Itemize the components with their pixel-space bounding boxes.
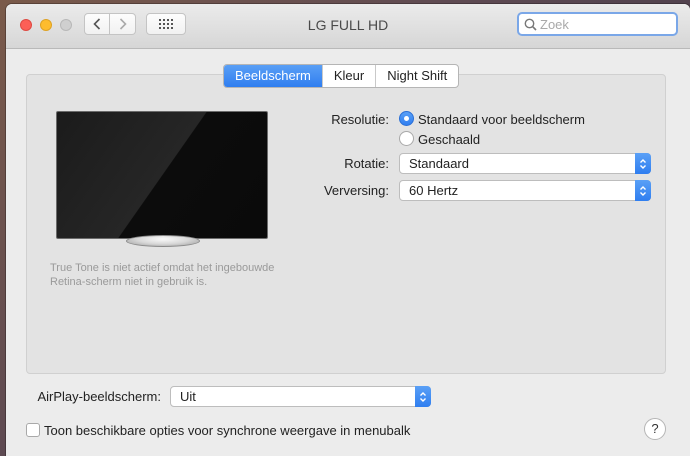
up-down-chevron-icon xyxy=(420,391,426,402)
tab-night-shift[interactable]: Night Shift xyxy=(375,65,458,87)
display-stand-image xyxy=(126,235,200,247)
search-input[interactable] xyxy=(540,16,660,32)
rotation-select[interactable]: Standaard xyxy=(399,153,651,174)
menubar-options-checkbox[interactable] xyxy=(26,423,40,437)
tab-bar: Beeldscherm Kleur Night Shift xyxy=(223,64,460,88)
airplay-label: AirPlay-beeldscherm: xyxy=(37,389,161,404)
display-image xyxy=(56,111,268,239)
menubar-options-label[interactable]: Toon beschikbare opties voor synchrone w… xyxy=(44,423,410,438)
tab-kleur[interactable]: Kleur xyxy=(321,65,375,87)
airplay-select[interactable]: Uit xyxy=(170,386,431,407)
tab-beeldscherm[interactable]: Beeldscherm xyxy=(224,65,322,87)
refresh-label: Verversing: xyxy=(323,183,389,198)
refresh-select[interactable]: 60 Hertz xyxy=(399,180,651,201)
resolution-scaled-radio[interactable] xyxy=(399,131,414,146)
title-bar: LG FULL HD xyxy=(6,4,690,49)
search-field[interactable] xyxy=(517,12,678,36)
preferences-window: LG FULL HD Beeldscherm Kleur Night Shift… xyxy=(6,4,690,456)
resolution-label: Resolutie: xyxy=(331,112,389,127)
resolution-default-radio[interactable] xyxy=(399,111,414,126)
resolution-default-label[interactable]: Standaard voor beeldscherm xyxy=(418,112,585,127)
rotation-label: Rotatie: xyxy=(344,156,389,171)
rotation-stepper xyxy=(635,153,651,174)
resolution-scaled-label[interactable]: Geschaald xyxy=(418,132,480,147)
search-icon xyxy=(524,18,537,31)
refresh-stepper xyxy=(635,180,651,201)
airplay-value: Uit xyxy=(180,389,196,404)
true-tone-note: True Tone is niet actief omdat het ingeb… xyxy=(50,262,275,288)
rotation-value: Standaard xyxy=(409,156,469,171)
help-button[interactable]: ? xyxy=(644,418,666,440)
up-down-chevron-icon xyxy=(640,158,646,169)
refresh-value: 60 Hertz xyxy=(409,183,459,198)
up-down-chevron-icon xyxy=(640,185,646,196)
airplay-stepper xyxy=(415,386,431,407)
